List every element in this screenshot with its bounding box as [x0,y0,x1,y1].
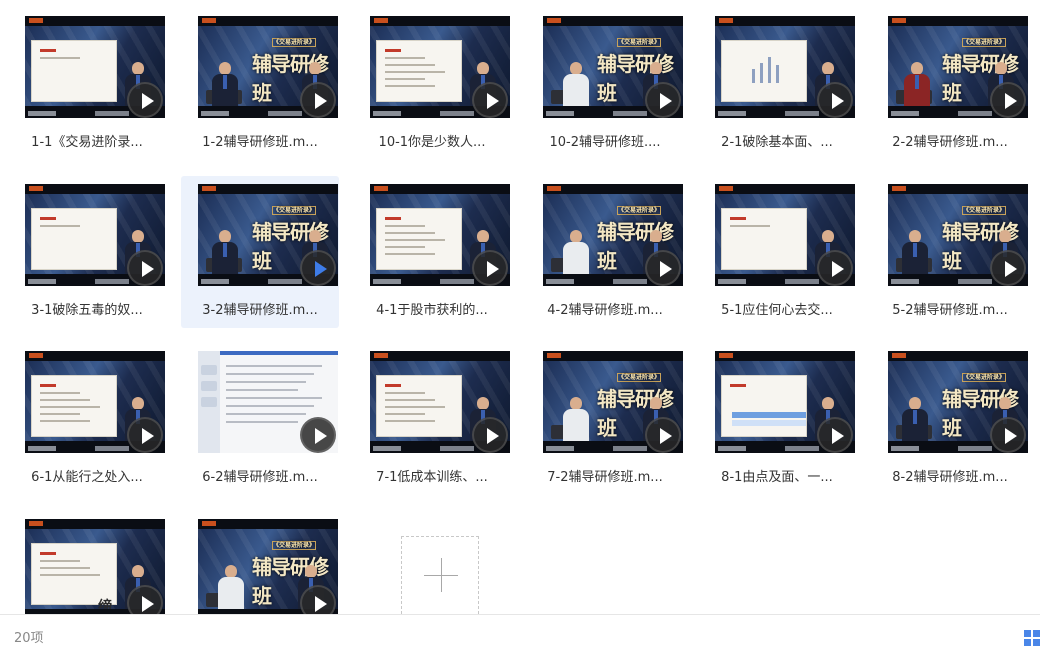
play-icon [472,250,508,286]
play-icon [127,585,163,614]
play-icon [645,417,681,453]
file-name: 6-1从能行之处入... [31,470,143,485]
file-item[interactable]: 《交易进阶录》 辅导研修班 4-2辅导研修班.m... [526,176,684,328]
file-item[interactable]: 10-1你是少数人... [353,8,511,160]
play-icon [645,250,681,286]
file-name: 7-1低成本训练、... [376,470,488,485]
file-item[interactable]: 7-1低成本训练、... [353,343,511,495]
file-item[interactable]: 缔 [8,511,166,614]
file-item[interactable]: 《交易进阶录》 辅导研修班 2-2辅导研修班.m... [871,8,1029,160]
play-icon [817,250,853,286]
file-item[interactable]: 《交易进阶录》 辅导研修班 5-2辅导研修班.m... [871,176,1029,328]
presenter-figure [563,397,589,441]
play-icon [817,417,853,453]
play-icon [472,82,508,118]
play-icon [817,82,853,118]
presenter-figure [902,397,928,441]
play-icon [645,82,681,118]
file-item[interactable]: 5-1应住何心去交... [698,176,856,328]
play-icon [300,82,336,118]
play-icon [127,250,163,286]
file-name: 3-1破除五毒的奴... [31,303,143,318]
item-count: 20项 [14,631,44,646]
presenter-figure [212,62,238,106]
video-thumbnail [25,184,165,286]
video-thumbnail [370,351,510,453]
file-item[interactable]: 《交易进阶录》 辅导研修班 1-2辅导研修班.m... [181,8,339,160]
video-thumbnail [715,16,855,118]
video-thumbnail [370,184,510,286]
file-name: 5-1应住何心去交... [721,303,833,318]
video-thumbnail: 《交易进阶录》 辅导研修班 [888,184,1028,286]
video-thumbnail: 缔 [25,519,165,614]
presenter-figure [218,565,244,609]
video-thumbnail: 《交易进阶录》 辅导研修班 [198,16,338,118]
file-item[interactable]: 《交易进阶录》 辅导研修班 10-2辅导研修班.... [526,8,684,160]
video-thumbnail: 《交易进阶录》 辅导研修班 [543,16,683,118]
file-name: 1-2辅导研修班.m... [202,135,318,150]
file-item[interactable]: 2-1破除基本面、... [698,8,856,160]
file-item[interactable]: 6-2辅导研修班.m... [181,343,339,495]
file-name: 10-1你是少数人... [378,135,486,150]
video-thumbnail: 《交易进阶录》 辅导研修班 [888,351,1028,453]
video-thumbnail: 《交易进阶录》 辅导研修班 [543,184,683,286]
file-name: 3-2辅导研修班.m... [202,303,318,318]
file-name: 2-1破除基本面、... [721,135,833,150]
video-thumbnail [370,16,510,118]
file-name: 8-1由点及面、一... [721,470,833,485]
presenter-figure [904,62,930,106]
file-name: 4-2辅导研修班.m... [547,303,663,318]
file-grid: 1-1《交易进阶录... 《交易进阶录》 辅导研修班 1-2辅导研修班.m... 10-… [0,0,1040,614]
file-item[interactable]: 3-1破除五毒的奴... [8,176,166,328]
grid-view-icon[interactable] [1024,630,1040,655]
file-item[interactable]: 1-1《交易进阶录... [8,8,166,160]
add-file-button[interactable] [401,536,479,614]
video-thumbnail: 《交易进阶录》 辅导研修班 [543,351,683,453]
presenter-figure [902,230,928,274]
play-icon [990,82,1026,118]
video-thumbnail: 《交易进阶录》 辅导研修班 [198,519,338,614]
file-name: 1-1《交易进阶录... [31,135,143,150]
presenter-figure [563,230,589,274]
play-icon [300,585,336,614]
file-item[interactable]: 4-1于股市获利的... [353,176,511,328]
file-name: 6-2辅导研修班.m... [202,470,318,485]
play-icon [127,82,163,118]
file-item[interactable]: 《交易进阶录》 辅导研修班 3-2辅导研修班.m... [181,176,339,328]
video-thumbnail: 《交易进阶录》 辅导研修班 [198,184,338,286]
file-name: 10-2辅导研修班.... [549,135,661,150]
file-name: 2-2辅导研修班.m... [892,135,1008,150]
play-icon [127,417,163,453]
file-item[interactable]: 《交易进阶录》 辅导研修班 [181,511,339,614]
file-name: 5-2辅导研修班.m... [892,303,1008,318]
presenter-figure [563,62,589,106]
status-bar: 20项 [0,614,1040,654]
file-item[interactable]: 《交易进阶录》 辅导研修班 8-2辅导研修班.m... [871,343,1029,495]
video-thumbnail [715,351,855,453]
file-name: 4-1于股市获利的... [376,303,488,318]
video-thumbnail: 《交易进阶录》 辅导研修班 [888,16,1028,118]
presenter-figure [212,230,238,274]
play-icon [990,250,1026,286]
play-icon [472,417,508,453]
video-thumbnail [715,184,855,286]
file-item[interactable]: 8-1由点及面、一... [698,343,856,495]
play-icon [300,417,336,453]
video-thumbnail [25,351,165,453]
file-item[interactable]: 《交易进阶录》 辅导研修班 7-2辅导研修班.m... [526,343,684,495]
video-thumbnail [25,16,165,118]
play-icon [300,250,336,286]
file-name: 7-2辅导研修班.m... [547,470,663,485]
video-thumbnail [198,351,338,453]
file-item[interactable]: 6-1从能行之处入... [8,343,166,495]
play-icon [990,417,1026,453]
file-name: 8-2辅导研修班.m... [892,470,1008,485]
